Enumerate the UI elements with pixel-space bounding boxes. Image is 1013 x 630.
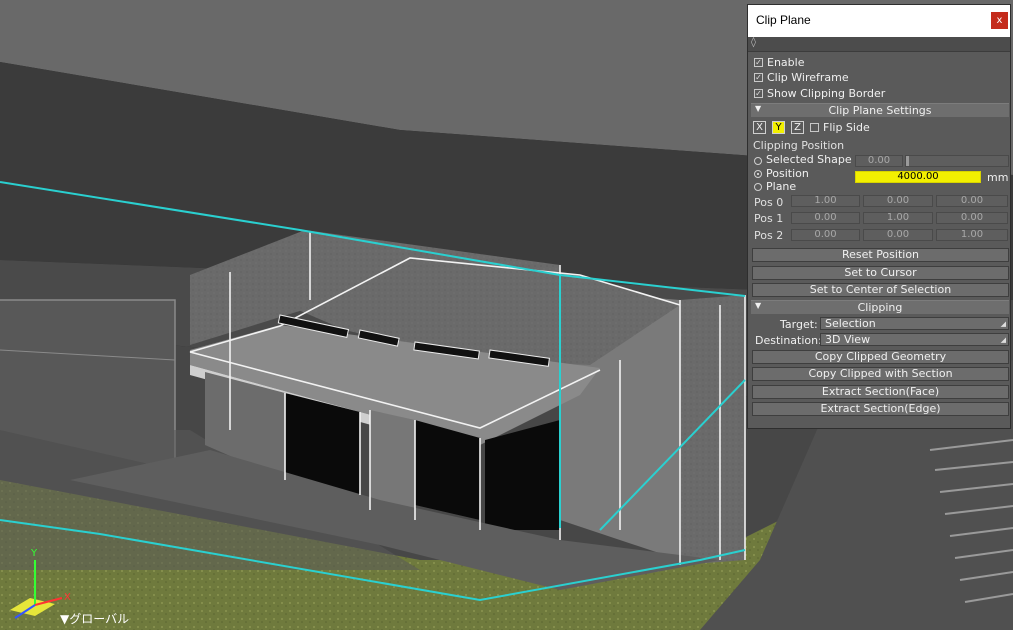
pos-0-label: Pos 0 (754, 196, 784, 209)
position-input[interactable]: 4000.00 (855, 171, 981, 183)
extract-section-edge-button[interactable]: Extract Section(Edge) (752, 402, 1009, 416)
clip-plane-settings-title: Clip Plane Settings (828, 104, 932, 117)
pos-1-z[interactable]: 0.00 (936, 212, 1008, 224)
target-label: Target: (780, 318, 818, 331)
clip-wireframe-row[interactable]: ✓ Clip Wireframe (748, 71, 1010, 86)
pos-2-z[interactable]: 1.00 (936, 229, 1008, 241)
pos-2-label: Pos 2 (754, 229, 784, 242)
clipping-title: Clipping (857, 301, 903, 314)
clipping-position-label: Clipping Position (753, 139, 845, 152)
flip-side-checkbox[interactable] (810, 123, 819, 132)
pos-1-y[interactable]: 1.00 (863, 212, 933, 224)
plane-label: Plane (766, 180, 797, 193)
set-to-center-of-selection-button[interactable]: Set to Center of Selection (752, 283, 1009, 297)
position-unit: mm (987, 171, 1009, 184)
panel-pin-bar[interactable]: ◊ (748, 37, 1010, 52)
target-value: Selection (825, 317, 876, 330)
pos-2-y[interactable]: 0.00 (863, 229, 933, 241)
selected-shape-radio[interactable] (754, 157, 762, 165)
clipping-header[interactable]: ▼ Clipping (751, 300, 1009, 314)
show-clipping-border-row[interactable]: ✓ Show Clipping Border (748, 87, 1010, 102)
reset-position-button[interactable]: Reset Position (752, 248, 1009, 262)
enable-label: Enable (767, 56, 805, 69)
copy-clipped-geometry-button[interactable]: Copy Clipped Geometry (752, 350, 1009, 364)
selected-shape-slider[interactable] (905, 155, 1009, 167)
close-button[interactable]: x (991, 12, 1008, 29)
pos-0-z[interactable]: 0.00 (936, 195, 1008, 207)
axis-z-button[interactable]: Z (791, 121, 804, 134)
clip-plane-panel: Clip Plane x ◊ ✓ Enable ✓ Clip Wireframe… (747, 4, 1011, 429)
destination-label: Destination: (755, 334, 822, 347)
axis-y-button[interactable]: Y (772, 121, 785, 134)
show-clipping-border-label: Show Clipping Border (767, 87, 886, 100)
clip-wireframe-checkbox[interactable]: ✓ (754, 73, 763, 82)
dropdown-arrow-icon: ◢ (1000, 320, 1006, 328)
dropdown-arrow-icon: ◢ (1000, 336, 1006, 344)
clip-plane-settings-header[interactable]: ▼ Clip Plane Settings (751, 103, 1009, 117)
pos-1-label: Pos 1 (754, 212, 784, 225)
copy-clipped-with-section-button[interactable]: Copy Clipped with Section (752, 367, 1009, 381)
pos-1-x[interactable]: 0.00 (791, 212, 860, 224)
flip-side-label: Flip Side (823, 121, 870, 134)
position-radio[interactable] (754, 170, 762, 178)
selected-shape-value[interactable]: 0.00 (855, 155, 903, 167)
axis-x-button[interactable]: X (753, 121, 766, 134)
slider-thumb[interactable] (906, 156, 909, 166)
pos-0-x[interactable]: 1.00 (791, 195, 860, 207)
axis-x-label: X (64, 592, 71, 603)
selected-shape-label: Selected Shape (766, 153, 852, 166)
panel-title: Clip Plane (756, 13, 811, 27)
plane-radio[interactable] (754, 183, 762, 191)
set-to-cursor-button[interactable]: Set to Cursor (752, 266, 1009, 280)
clip-wireframe-label: Clip Wireframe (767, 71, 849, 84)
show-clipping-border-checkbox[interactable]: ✓ (754, 89, 763, 98)
pos-2-x[interactable]: 0.00 (791, 229, 860, 241)
destination-dropdown[interactable]: 3D View ◢ (820, 333, 1009, 346)
enable-checkbox[interactable]: ✓ (754, 58, 763, 67)
target-dropdown[interactable]: Selection ◢ (820, 317, 1009, 330)
panel-titlebar[interactable]: Clip Plane x (748, 5, 1010, 37)
extract-section-face-button[interactable]: Extract Section(Face) (752, 385, 1009, 399)
enable-row[interactable]: ✓ Enable (748, 56, 1010, 71)
pin-icon[interactable]: ◊ (751, 37, 756, 48)
position-label: Position (766, 167, 809, 180)
coordinate-system-dropdown[interactable]: ▼グローバル (60, 610, 129, 627)
axis-y-label: Y (31, 548, 38, 559)
pos-0-y[interactable]: 0.00 (863, 195, 933, 207)
destination-value: 3D View (825, 333, 871, 346)
